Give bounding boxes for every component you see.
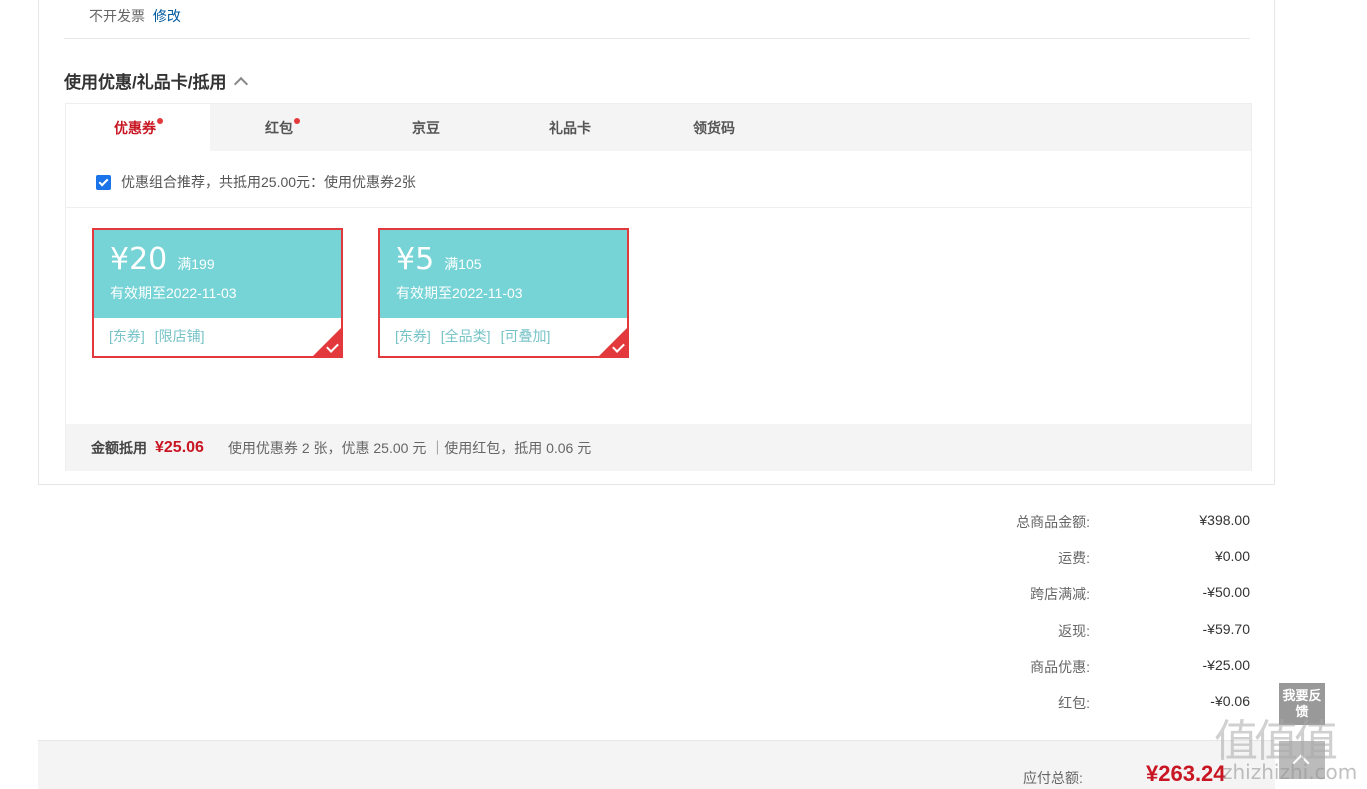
invoice-modify-link[interactable]: 修改: [153, 8, 181, 24]
discount-section-title[interactable]: 使用优惠/礼品卡/抵用: [64, 68, 249, 93]
price-value: -¥25.00: [1202, 656, 1250, 673]
tab-claim-code[interactable]: 领货码: [642, 104, 786, 151]
price-label: 跨店满减:: [1030, 586, 1090, 603]
price-row: 商品优惠: -¥25.00: [900, 657, 1250, 693]
discount-summary-bar: 金额抵用 ¥25.06 使用优惠券 2 张，优惠 25.00 元 ｜使用红包，抵…: [66, 424, 1251, 471]
chevron-up-icon[interactable]: [234, 76, 249, 91]
checkmark-icon: [98, 176, 109, 186]
tab-label: 领货码: [693, 119, 735, 136]
price-label: 返现:: [1058, 622, 1090, 639]
selected-corner: [313, 328, 341, 356]
coupon-amount-row: ¥20 满199: [110, 242, 325, 277]
coupon-amount: ¥20: [110, 242, 168, 277]
payable-total-bar: 应付总额: ¥263.24: [38, 740, 1275, 789]
price-row: 运费: ¥0.00: [900, 548, 1250, 584]
summary-total: ¥25.06: [155, 438, 204, 456]
price-value: ¥398.00: [1199, 512, 1250, 528]
price-value: -¥59.70: [1202, 620, 1250, 637]
coupon-card[interactable]: ¥5 满105 有效期至2022-11-03 [东券] [全品类] [可叠加]: [378, 228, 629, 358]
coupon-amount-row: ¥5 满105: [396, 242, 611, 277]
combo-recommend-row: 优惠组合推荐，共抵用25.00元：使用优惠券2张: [96, 172, 416, 192]
coupon-card[interactable]: ¥20 满199 有效期至2022-11-03 [东券] [限店铺]: [92, 228, 343, 358]
coupon-top: ¥20 满199 有效期至2022-11-03: [94, 230, 341, 318]
price-row: 返现: -¥59.70: [900, 621, 1250, 657]
coupon-tags: [东券] [全品类] [可叠加]: [380, 318, 627, 354]
divider: [64, 38, 1250, 39]
coupon-validity: 有效期至2022-11-03: [396, 285, 523, 301]
coupon-tag: [东券]: [109, 328, 145, 344]
discount-tabs-box: 优惠券 红包 京豆 礼品卡 领货码 优惠组合推荐，共抵用25.00元：使用优惠券…: [65, 103, 1252, 471]
tab-gift-card[interactable]: 礼品卡: [498, 104, 642, 151]
coupon-condition: 满199: [177, 256, 215, 272]
divider: [66, 207, 1251, 208]
tab-label: 礼品卡: [549, 119, 591, 136]
tab-coupon[interactable]: 优惠券: [66, 104, 210, 151]
tab-red-packet[interactable]: 红包: [210, 104, 354, 151]
coupon-tag: [全品类]: [440, 328, 491, 344]
price-label: 总商品金额:: [1016, 514, 1090, 530]
price-row: 红包: -¥0.06: [900, 693, 1250, 729]
price-label: 商品优惠:: [1030, 658, 1090, 675]
coupon-tag: [东券]: [395, 328, 431, 344]
new-dot-icon: [157, 117, 163, 124]
selected-corner: [599, 328, 627, 356]
order-discount-panel: 不开发票 修改 使用优惠/礼品卡/抵用 优惠券 红包 京豆 礼品卡 领货码 优惠…: [38, 0, 1275, 485]
summary-label: 金额抵用: [91, 439, 147, 456]
price-label: 运费:: [1058, 550, 1090, 567]
price-value: -¥50.00: [1202, 584, 1250, 601]
coupon-tag: [限店铺]: [154, 328, 205, 344]
price-label: 红包:: [1058, 694, 1090, 711]
coupon-amount: ¥5: [396, 242, 435, 277]
tab-jingdou[interactable]: 京豆: [354, 104, 498, 151]
coupon-tag: [可叠加]: [500, 328, 551, 344]
price-value: ¥0.00: [1214, 548, 1250, 565]
invoice-text: 不开发票: [89, 8, 145, 24]
coupon-tags: [东券] [限店铺]: [94, 318, 341, 354]
combo-recommend-text: 优惠组合推荐，共抵用25.00元：使用优惠券2张: [121, 174, 416, 190]
invoice-row: 不开发票 修改: [89, 6, 181, 26]
new-dot-icon: [294, 117, 300, 124]
site-watermark-url: zhizhizhi.com: [1222, 760, 1358, 784]
price-row: 跨店满减: -¥50.00: [900, 584, 1250, 620]
discount-section-title-text: 使用优惠/礼品卡/抵用: [64, 73, 227, 92]
price-breakdown: 总商品金额: ¥398.00 运费: ¥0.00 跨店满减: -¥50.00 返…: [900, 512, 1250, 729]
tab-label: 优惠券: [114, 119, 156, 136]
coupon-condition: 满105: [444, 256, 482, 272]
summary-detail: 使用优惠券 2 张，优惠 25.00 元 ｜使用红包，抵用 0.06 元: [227, 439, 592, 456]
coupon-validity: 有效期至2022-11-03: [110, 285, 237, 301]
tab-label: 京豆: [412, 119, 440, 136]
discount-tab-bar: 优惠券 红包 京豆 礼品卡 领货码: [66, 104, 1251, 151]
tab-label: 红包: [265, 119, 293, 136]
combo-recommend-checkbox[interactable]: [96, 174, 111, 190]
coupon-top: ¥5 满105 有效期至2022-11-03: [380, 230, 627, 318]
payable-label: 应付总额:: [1023, 770, 1083, 786]
price-row: 总商品金额: ¥398.00: [900, 512, 1250, 548]
